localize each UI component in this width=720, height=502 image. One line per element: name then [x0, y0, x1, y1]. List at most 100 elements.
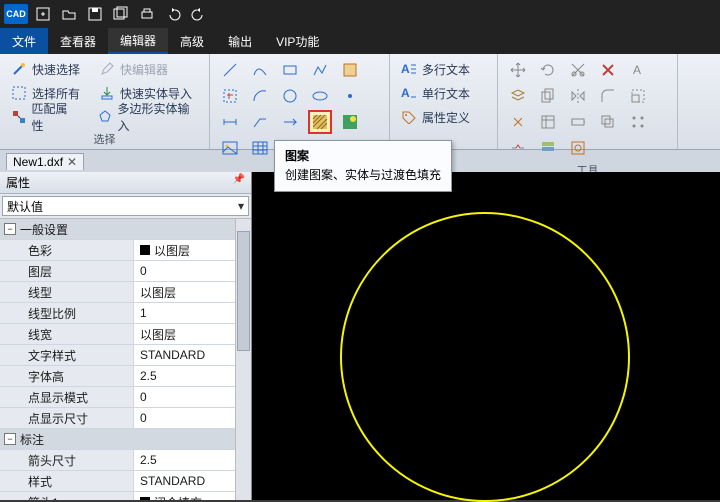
redo-icon[interactable] [188, 3, 210, 25]
select-all-label: 选择所有 [32, 85, 80, 102]
saveall-icon[interactable] [110, 3, 132, 25]
prop-value[interactable]: 1 [134, 303, 235, 323]
image-icon[interactable] [218, 136, 242, 160]
block-icon[interactable] [338, 58, 362, 82]
props-icon[interactable] [536, 110, 560, 134]
stext-button[interactable]: A单行文本 [398, 82, 472, 104]
insert-icon[interactable] [218, 84, 242, 108]
prop-value[interactable]: STANDARD [134, 345, 235, 365]
polyline-icon[interactable] [308, 58, 332, 82]
tab-viewer[interactable]: 查看器 [48, 28, 108, 54]
hatch-button[interactable] [308, 110, 332, 134]
ellipse-icon[interactable] [308, 84, 332, 108]
prop-value[interactable]: 以图层 [134, 282, 235, 302]
prop-key: 箭头尺寸 [0, 450, 134, 470]
move-icon[interactable] [506, 58, 530, 82]
prop-row[interactable]: 点显示尺寸0 [0, 408, 235, 429]
tab-editor[interactable]: 编辑器 [108, 28, 168, 54]
prop-key: 线型比例 [0, 303, 134, 323]
prop-row[interactable]: 线宽以图层 [0, 324, 235, 345]
spline-icon[interactable] [248, 58, 272, 82]
prop-value[interactable]: 以图层 [134, 240, 235, 260]
fillet-icon[interactable] [596, 84, 620, 108]
attdef-button[interactable]: 属性定义 [398, 106, 472, 128]
prop-row[interactable]: 色彩以图层 [0, 240, 235, 261]
prop-row[interactable]: 箭头1闭合填充 [0, 492, 235, 500]
prop-key: 色彩 [0, 240, 134, 260]
break-icon[interactable] [506, 136, 530, 160]
prop-value[interactable]: STANDARD [134, 471, 235, 491]
line-icon[interactable] [218, 58, 242, 82]
leader-icon[interactable] [248, 110, 272, 134]
pin-icon[interactable]: 📌 [233, 174, 245, 191]
tab-file[interactable]: 文件 [0, 28, 48, 54]
ray-icon[interactable] [278, 110, 302, 134]
tab-advanced[interactable]: 高级 [168, 28, 216, 54]
rotate-icon[interactable] [536, 58, 560, 82]
point-icon[interactable] [338, 84, 362, 108]
tools-icon[interactable] [566, 136, 590, 160]
delete-icon[interactable] [596, 58, 620, 82]
doc-tab[interactable]: New1.dxf ✕ [6, 153, 84, 170]
mirror-icon[interactable] [566, 84, 590, 108]
scrollbar[interactable] [235, 219, 251, 500]
quick-select-label: 快速选择 [32, 61, 80, 78]
prop-value[interactable]: 0 [134, 408, 235, 428]
scale-icon[interactable] [626, 84, 650, 108]
new-icon[interactable] [32, 3, 54, 25]
tab-vip[interactable]: VIP功能 [264, 28, 331, 54]
arc-icon[interactable] [248, 84, 272, 108]
prop-row[interactable]: 箭头尺寸2.5 [0, 450, 235, 471]
array-icon[interactable] [626, 110, 650, 134]
prop-value[interactable]: 0 [134, 387, 235, 407]
match-prop-button[interactable]: 匹配属性 [8, 106, 80, 128]
prop-row[interactable]: 线型以图层 [0, 282, 235, 303]
prop-value[interactable]: 2.5 [134, 450, 235, 470]
prop-row[interactable]: 字体高2.5 [0, 366, 235, 387]
stretch-icon[interactable] [566, 110, 590, 134]
collapse-icon[interactable]: − [4, 223, 16, 235]
close-icon[interactable]: ✕ [67, 155, 77, 169]
match-icon [10, 108, 27, 126]
manage-icon[interactable] [536, 136, 560, 160]
poly-input-button[interactable]: 多边形实体输入 [94, 106, 201, 128]
print-icon[interactable] [136, 3, 158, 25]
tooltip-title: 图案 [285, 147, 441, 164]
prop-value[interactable]: 以图层 [134, 324, 235, 344]
props-combo[interactable]: 默认值 ▾ [2, 196, 249, 216]
prop-value[interactable]: 0 [134, 261, 235, 281]
doc-tab-label: New1.dxf [13, 155, 63, 169]
save-icon[interactable] [84, 3, 106, 25]
svg-text:A: A [401, 62, 410, 76]
polygon-icon [96, 108, 113, 126]
mtext-button[interactable]: A多行文本 [398, 58, 472, 80]
wand-icon [10, 60, 28, 78]
prop-row[interactable]: 文字样式STANDARD [0, 345, 235, 366]
circle-icon[interactable] [278, 84, 302, 108]
rect-icon[interactable] [278, 58, 302, 82]
trim-icon[interactable] [566, 58, 590, 82]
prop-row[interactable]: 点显示模式0 [0, 387, 235, 408]
prop-value[interactable]: 闭合填充 [134, 492, 235, 500]
prop-row[interactable]: 样式STANDARD [0, 471, 235, 492]
circle-entity[interactable] [340, 212, 630, 502]
drawing-canvas[interactable] [252, 172, 720, 500]
gradient-icon[interactable] [338, 110, 362, 134]
open-icon[interactable] [58, 3, 80, 25]
prop-category[interactable]: −标注 [0, 429, 235, 450]
table-icon[interactable] [248, 136, 272, 160]
collapse-icon[interactable]: − [4, 433, 16, 445]
a-icon[interactable]: A [626, 58, 650, 82]
tab-output[interactable]: 输出 [216, 28, 264, 54]
prop-row[interactable]: 图层0 [0, 261, 235, 282]
offset-icon[interactable] [596, 110, 620, 134]
explode-icon[interactable] [506, 110, 530, 134]
dim-icon[interactable] [218, 110, 242, 134]
prop-value[interactable]: 2.5 [134, 366, 235, 386]
prop-row[interactable]: 线型比例1 [0, 303, 235, 324]
layer-icon[interactable] [506, 84, 530, 108]
undo-icon[interactable] [162, 3, 184, 25]
prop-category[interactable]: −一般设置 [0, 219, 235, 240]
quick-select-button[interactable]: 快速选择 [8, 58, 82, 80]
copy-icon[interactable] [536, 84, 560, 108]
